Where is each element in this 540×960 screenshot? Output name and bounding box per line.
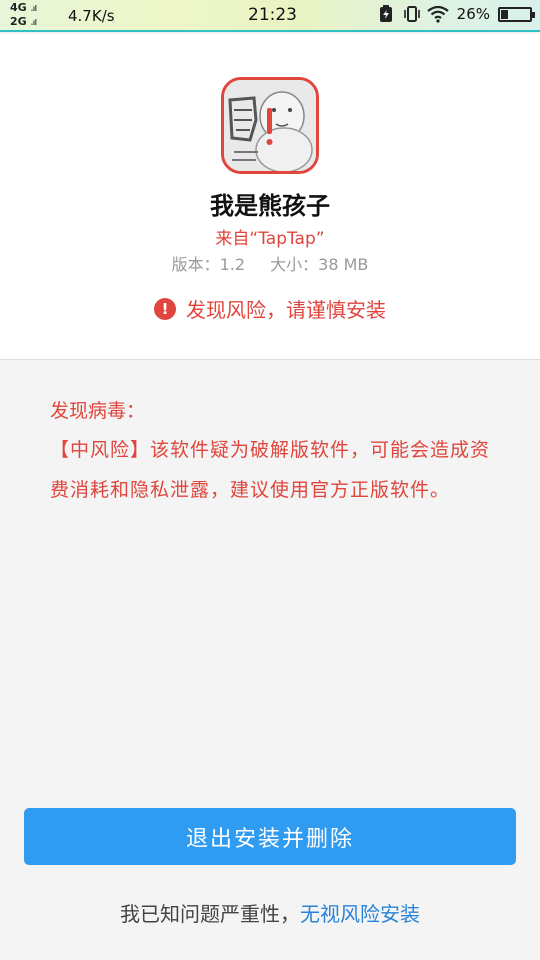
ignore-risk-row: 我已知问题严重性，无视风险安装 <box>0 898 540 927</box>
app-size: 大小：38 MB <box>270 255 369 274</box>
virus-title: 发现病毒： <box>50 400 146 422</box>
wifi-icon <box>426 5 449 23</box>
app-info-panel: 我是熊孩子 来自“TapTap” 版本：1.2 大小：38 MB ! 发现风险，… <box>0 34 540 360</box>
bear-meme-icon <box>221 77 319 174</box>
app-version: 版本：1.2 <box>171 255 246 274</box>
risk-warning: ! 发现风险，请谨慎安装 <box>0 294 540 323</box>
clock: 21:23 <box>248 5 297 25</box>
app-name: 我是熊孩子 <box>210 191 330 220</box>
ignore-risk-install-link[interactable]: 无视风险安装 <box>300 902 420 926</box>
network-type-top: 4G <box>10 1 27 14</box>
ignore-risk-prefix: 我已知问题严重性， <box>120 902 300 926</box>
signal-indicator: 4G .ıl 2G .ıl <box>10 1 37 28</box>
battery-percent: 26% <box>456 5 490 23</box>
risk-warning-text: 发现风险，请谨慎安装 <box>186 298 386 322</box>
virus-description: 【中风险】该软件疑为破解版软件，可能会造成资费消耗和隐私泄露，建议使用官方正版软… <box>50 439 491 501</box>
network-speed: 4.7K/s <box>68 7 115 25</box>
battery-saver-icon <box>379 5 395 23</box>
vibrate-icon <box>403 5 420 23</box>
network-type-bottom: 2G <box>10 15 27 28</box>
exit-and-delete-button[interactable]: 退出安装并删除 <box>24 808 516 865</box>
app-source: 来自“TapTap” <box>215 229 325 249</box>
exclamation-icon: ! <box>154 297 176 320</box>
app-meta: 版本：1.2 大小：38 MB <box>0 251 540 275</box>
status-bar: 4G .ıl 2G .ıl 4.7K/s 21:23 26% <box>0 0 540 32</box>
battery-icon <box>498 6 535 22</box>
